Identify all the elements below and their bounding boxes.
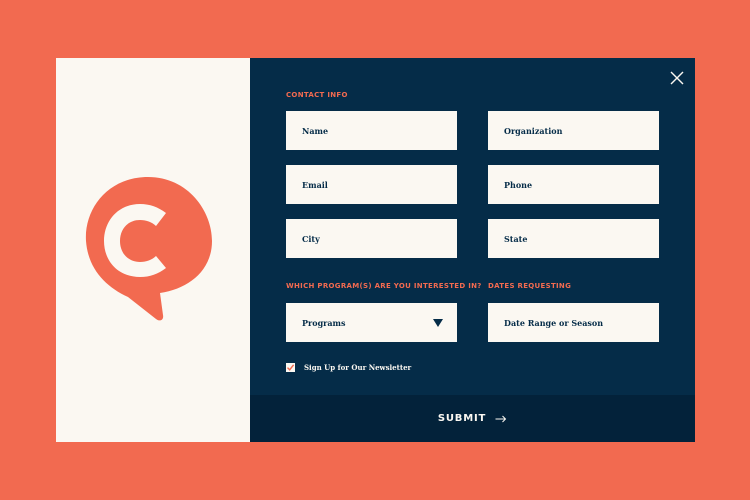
contact-modal: CONTACT INFO Name Organization Email Pho…	[56, 58, 695, 442]
phone-field-placeholder: Phone	[504, 179, 533, 190]
arrow-right-icon	[495, 415, 507, 422]
organization-field[interactable]: Organization	[488, 111, 659, 150]
programs-select[interactable]: Programs	[286, 303, 457, 342]
dates-field[interactable]: Date Range or Season	[488, 303, 659, 342]
submit-label: SUBMIT	[437, 413, 487, 424]
contact-form-panel: CONTACT INFO Name Organization Email Pho…	[250, 58, 695, 442]
email-field-placeholder: Email	[302, 179, 328, 190]
brand-panel	[56, 58, 250, 442]
name-field-placeholder: Name	[302, 125, 329, 136]
programs-heading: WHICH PROGRAM(S) ARE YOU INTERESTED IN?	[286, 282, 482, 290]
phone-field[interactable]: Phone	[488, 165, 659, 204]
state-field[interactable]: State	[488, 219, 659, 258]
newsletter-label: Sign Up for Our Newsletter	[304, 363, 412, 372]
caret-down-icon	[433, 318, 443, 327]
dates-field-placeholder: Date Range or Season	[504, 317, 604, 328]
c-pin-logo	[85, 177, 212, 321]
name-field[interactable]: Name	[286, 111, 457, 150]
city-field[interactable]: City	[286, 219, 457, 258]
submit-button[interactable]: SUBMIT	[250, 395, 695, 442]
programs-select-value: Programs	[302, 317, 346, 328]
dates-heading: DATES REQUESTING	[488, 282, 572, 290]
newsletter-checkbox[interactable]	[286, 363, 295, 372]
close-icon[interactable]	[669, 70, 685, 86]
state-field-placeholder: State	[504, 233, 528, 244]
newsletter-option[interactable]: Sign Up for Our Newsletter	[286, 363, 411, 372]
contact-info-heading: CONTACT INFO	[286, 91, 348, 99]
organization-field-placeholder: Organization	[504, 125, 563, 136]
city-field-placeholder: City	[302, 233, 320, 244]
email-field[interactable]: Email	[286, 165, 457, 204]
check-icon	[287, 364, 295, 371]
